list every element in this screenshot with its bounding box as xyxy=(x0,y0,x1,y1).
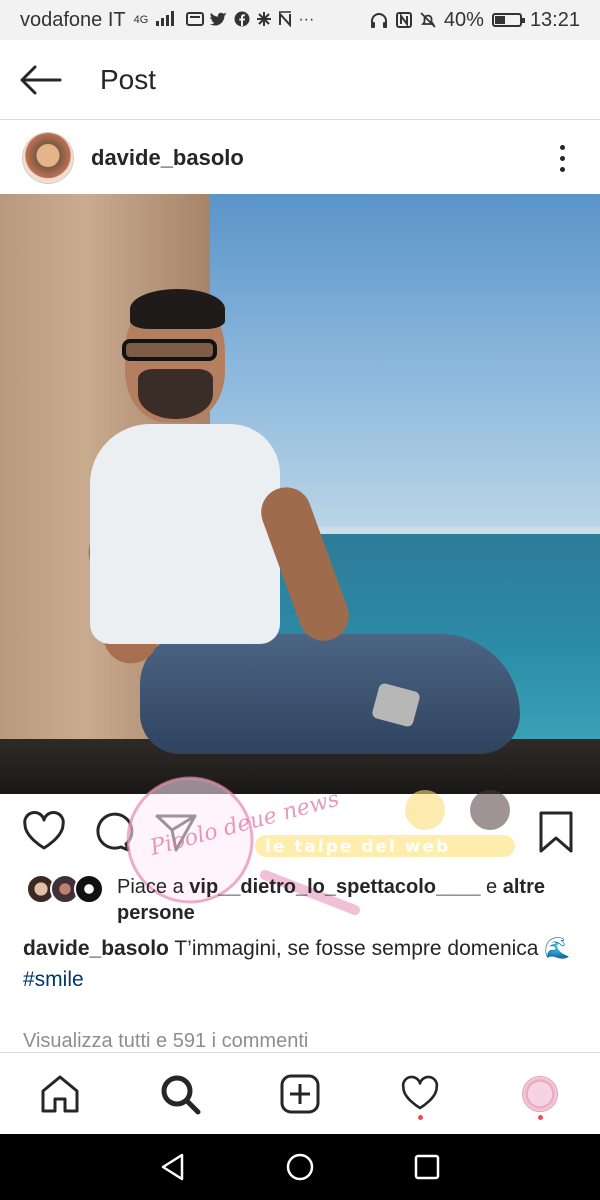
more-vertical-icon xyxy=(559,144,565,150)
battery-icon xyxy=(491,13,525,27)
avatar[interactable] xyxy=(23,133,73,183)
search-icon xyxy=(161,1075,201,1114)
comment-icon xyxy=(96,812,134,852)
system-navigation-bar xyxy=(0,1134,600,1200)
carrier-label: vodafone IT xyxy=(20,8,126,31)
send-icon xyxy=(155,814,197,852)
arrow-left-icon xyxy=(20,65,62,94)
clock: 13:21 xyxy=(529,8,580,31)
nav-new-post[interactable] xyxy=(270,1064,330,1124)
nfc-icon xyxy=(395,12,412,28)
nav-activity[interactable] xyxy=(390,1064,450,1124)
recents-square-icon[interactable] xyxy=(412,1152,442,1182)
heart-icon xyxy=(401,1075,439,1109)
bottom-navigation xyxy=(0,1052,600,1134)
notification-dot xyxy=(418,1114,423,1120)
save-button[interactable] xyxy=(532,808,580,856)
likes-summary[interactable]: Piace a vip__dietro_lo_spettacolo____ e … xyxy=(0,870,600,930)
avatar xyxy=(522,1075,558,1112)
post-image[interactable] xyxy=(0,194,600,794)
likes-text: Piace a vip__dietro_lo_spettacolo____ e … xyxy=(117,874,577,926)
notification-dot xyxy=(538,1114,543,1120)
person-torso xyxy=(90,424,280,644)
mute-bell-icon xyxy=(420,12,436,28)
caption-username[interactable]: davide_basolo xyxy=(23,937,169,960)
like-button[interactable] xyxy=(20,808,68,856)
share-button[interactable] xyxy=(152,808,200,856)
hashtag-link[interactable]: #smile xyxy=(23,964,583,995)
headphones-icon xyxy=(370,13,387,28)
status-bar: vodafone IT 4G ··· 40% 13:21 xyxy=(0,0,600,40)
facebook-icon xyxy=(234,11,250,27)
bookmark-icon xyxy=(539,811,573,853)
home-icon xyxy=(41,1075,79,1112)
caption-text: T’immagini, se fosse sempre domenica 🌊 xyxy=(168,937,571,960)
liker-avatars xyxy=(26,874,106,906)
back-triangle-icon[interactable] xyxy=(158,1152,188,1182)
comment-button[interactable] xyxy=(86,808,134,856)
likes-prefix: Piace a xyxy=(117,876,190,898)
person-hair xyxy=(130,289,225,329)
network-label: 4G xyxy=(133,14,149,26)
pinwheel-icon xyxy=(257,12,272,26)
back-button[interactable] xyxy=(0,40,80,120)
liker-username[interactable]: vip__dietro_lo_spettacolo____ xyxy=(189,876,480,898)
sunglasses xyxy=(122,339,217,361)
more-options-button[interactable] xyxy=(538,134,586,182)
n-icon xyxy=(279,11,292,27)
heart-icon xyxy=(23,810,65,850)
app-header: Post xyxy=(0,40,600,120)
post-username[interactable]: davide_basolo xyxy=(91,145,538,171)
post-header: davide_basolo xyxy=(0,122,600,194)
likes-middle: e xyxy=(480,876,503,898)
nav-profile[interactable] xyxy=(510,1064,570,1124)
nav-home[interactable] xyxy=(30,1064,90,1124)
message-icon xyxy=(186,12,205,26)
page-title: Post xyxy=(100,63,157,95)
home-circle-icon[interactable] xyxy=(285,1152,315,1182)
avatar xyxy=(74,874,104,904)
add-post-icon xyxy=(280,1074,320,1113)
nav-search[interactable] xyxy=(150,1064,210,1124)
person-beard xyxy=(138,369,213,419)
more-notifications-icon: ··· xyxy=(298,11,315,28)
view-comments-link[interactable]: Visualizza tutti e 591 i commenti xyxy=(23,1030,308,1053)
post-actions xyxy=(0,794,600,870)
person-legs xyxy=(140,634,520,754)
battery-percent: 40% xyxy=(443,8,484,31)
signal-icon xyxy=(156,9,178,32)
twitter-icon xyxy=(210,12,228,26)
post-caption: davide_basolo T’immagini, se fosse sempr… xyxy=(23,933,583,995)
notification-icons: ··· xyxy=(186,11,314,29)
